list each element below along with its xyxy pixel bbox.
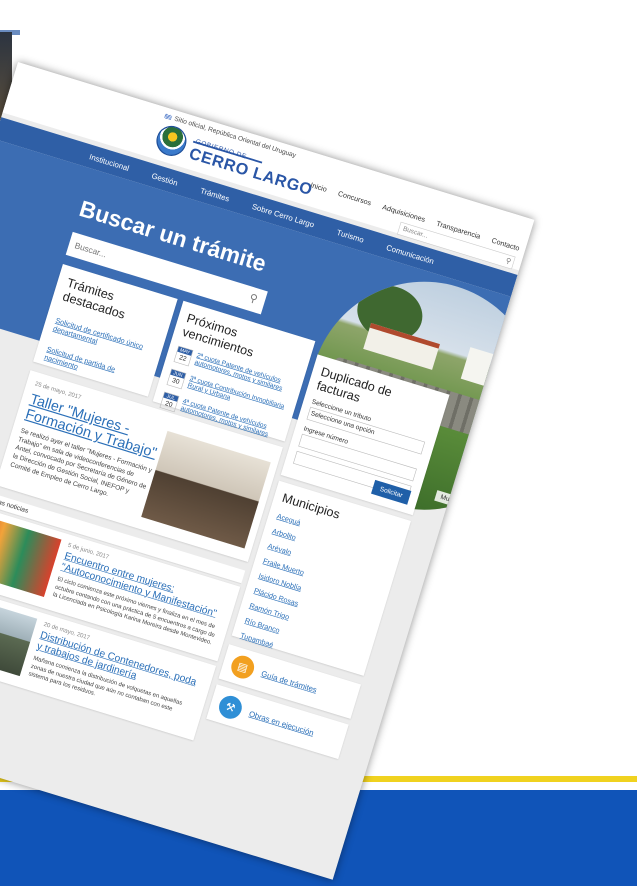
top-link-concursos[interactable]: Concursos <box>337 189 372 207</box>
nav-tramites[interactable]: Trámites <box>199 186 230 203</box>
photo-caption: Museo El Cordobés <box>434 490 503 521</box>
nav-gestion[interactable]: Gestión <box>151 171 179 187</box>
calendar-icon: JUL 20 <box>159 391 180 413</box>
department-seal-icon[interactable] <box>152 122 191 160</box>
nav-turismo[interactable]: Turismo <box>336 227 365 244</box>
search-icon[interactable]: ⚲ <box>505 256 513 266</box>
news-image[interactable] <box>0 515 62 597</box>
top-search-placeholder: Buscar... <box>402 225 429 240</box>
guia-tramites-link[interactable]: Guía de trámites <box>260 669 318 694</box>
document-icon: ▤ <box>228 652 257 682</box>
top-link-adquisiciones[interactable]: Adquisiciones <box>381 203 426 224</box>
construction-icon: ⚒ <box>216 693 245 722</box>
calendar-icon: JUN 30 <box>166 368 187 390</box>
top-link-inicio[interactable]: Inicio <box>309 181 328 194</box>
photo-chapel <box>460 347 494 386</box>
obras-ejecucion-link[interactable]: Obras en ejecución <box>248 709 315 737</box>
flag-icon <box>164 113 173 121</box>
calendar-icon: MAY 22 <box>173 345 194 367</box>
website-screenshot: Sitio oficial, República Oriental del Ur… <box>0 62 535 880</box>
